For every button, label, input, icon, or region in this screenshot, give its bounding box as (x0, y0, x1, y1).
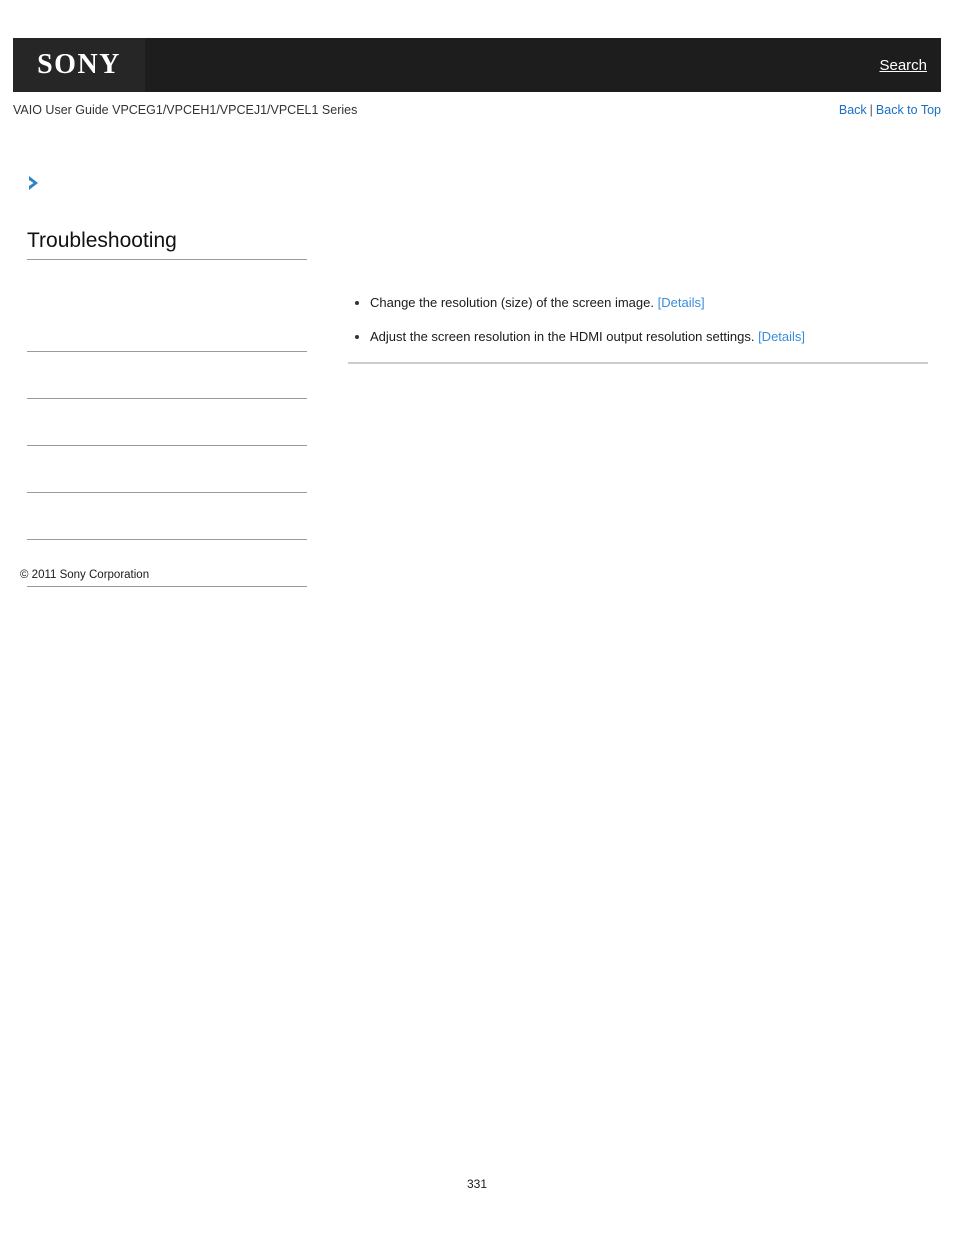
list-item-text: Adjust the screen resolution in the HDMI… (370, 328, 755, 344)
sidebar-item-5[interactable] (27, 446, 307, 494)
list-item-text: Change the resolution (size) of the scre… (370, 295, 654, 310)
site-header: SONY Search (13, 38, 941, 92)
bullet-dot-icon (355, 334, 359, 339)
sidebar-item-4[interactable] (27, 399, 307, 447)
sony-logo[interactable]: SONY (13, 38, 145, 92)
copyright-notice: © 2011 Sony Corporation (20, 569, 150, 581)
header-nav-links: Back | Back to Top (839, 103, 941, 117)
nav-separator: | (869, 103, 873, 117)
content-divider (348, 361, 928, 364)
sidebar-item-2[interactable] (27, 305, 307, 353)
sidebar: Troubleshooting (27, 228, 307, 588)
sidebar-item-3[interactable] (27, 352, 307, 400)
details-link[interactable]: [Details] (758, 329, 805, 344)
sony-logo-text: SONY (37, 49, 121, 80)
details-link[interactable]: [Details] (658, 295, 705, 310)
sidebar-item-1[interactable] (27, 260, 307, 305)
chevron-right-icon[interactable] (25, 173, 45, 193)
sidebar-item-6[interactable] (27, 493, 307, 541)
back-link[interactable]: Back (839, 103, 867, 117)
list-item: Change the resolution (size) of the scre… (348, 294, 928, 313)
guide-title: VAIO User Guide VPCEG1/VPCEH1/VPCEJ1/VPC… (13, 103, 358, 117)
page-title: Troubleshooting (27, 228, 307, 261)
bullet-dot-icon (355, 301, 359, 305)
subheader-bar: VAIO User Guide VPCEG1/VPCEH1/VPCEJ1/VPC… (13, 100, 941, 120)
search-link[interactable]: Search (879, 57, 941, 74)
sidebar-nav-list (27, 260, 307, 588)
main-content: Change the resolution (size) of the scre… (348, 294, 928, 364)
list-item: Adjust the screen resolution in the HDMI… (348, 328, 928, 347)
solution-list: Change the resolution (size) of the scre… (348, 294, 928, 347)
back-to-top-link[interactable]: Back to Top (876, 103, 941, 117)
page-number: 331 (466, 1177, 488, 1191)
